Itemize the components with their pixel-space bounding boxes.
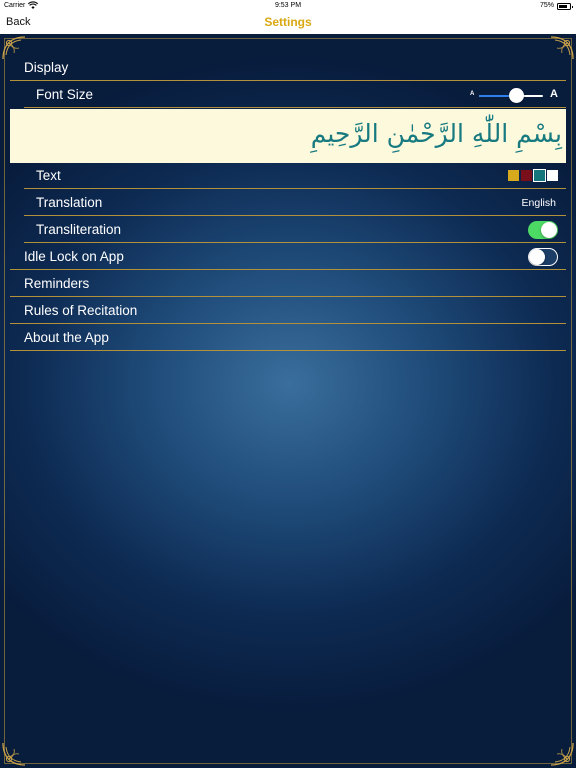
font-size-row: Font Size A A [24,82,566,108]
rules-of-recitation-row[interactable]: Rules of Recitation [10,298,566,324]
about-app-row[interactable]: About the App [10,325,566,351]
toggle-knob [541,222,557,238]
ornament-corner-icon [550,742,574,766]
color-swatch[interactable] [521,170,532,181]
transliteration-label: Transliteration [36,222,122,237]
idle-lock-toggle[interactable] [528,248,558,266]
font-size-label: Font Size [36,87,94,102]
arabic-preview-text: بِسْمِ اللّٰهِ الرَّحْمٰنِ الرَّحِيمِ [310,119,562,148]
display-label: Display [24,60,69,75]
color-swatch[interactable] [533,169,546,182]
translation-row[interactable]: Translation English [24,190,566,216]
text-color-row: Text [24,163,566,189]
large-font-glyph: A [550,88,558,100]
toggle-knob [529,249,545,265]
page-title: Settings [264,15,312,29]
transliteration-row: Transliteration [24,217,566,243]
navigation-bar: Back Settings [0,12,576,34]
translation-label: Translation [36,195,103,210]
rules-label: Rules of Recitation [24,303,138,318]
color-swatch[interactable] [508,170,519,181]
ornament-corner-icon [2,742,26,766]
display-section-header: Display [10,55,566,81]
reminders-row[interactable]: Reminders [10,271,566,297]
reminders-label: Reminders [24,276,90,291]
clock-time: 9:53 PM [274,2,302,9]
slider-thumb[interactable] [508,88,524,103]
translation-value[interactable]: English [522,197,556,209]
font-size-slider[interactable]: A A [470,86,558,104]
battery-icon [557,3,573,10]
arabic-preview-panel: بِسْمِ اللّٰهِ الرَّحْمٰنِ الرَّحِيمِ [10,109,566,163]
small-font-glyph: A [470,91,475,97]
settings-content[interactable]: Display Font Size A A بِسْمِ اللّٰهِ الر… [0,34,576,768]
idle-lock-label: Idle Lock on App [24,249,124,264]
idle-lock-row: Idle Lock on App [10,244,566,270]
battery-percentage: 75% [539,2,554,9]
transliteration-toggle[interactable] [528,221,558,239]
about-label: About the App [24,330,109,345]
text-color-label: Text [36,168,61,183]
status-bar: Carrier 9:53 PM 75% [0,0,576,12]
color-swatches [506,169,558,182]
color-swatch[interactable] [547,170,558,181]
